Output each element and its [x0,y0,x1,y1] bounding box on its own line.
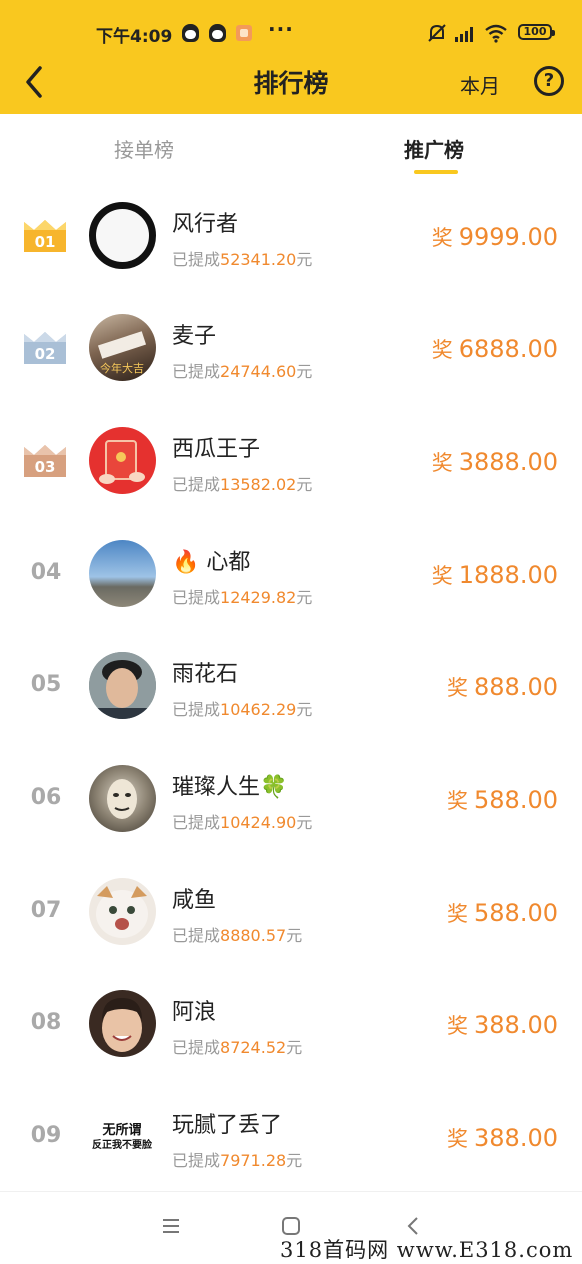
wifi-icon [485,24,507,43]
gold-medal-icon: 01 [24,220,66,252]
avatar [89,990,156,1057]
rank-number: 08 [30,1010,62,1035]
status-bar: 下午4:09 ··· 100 [0,0,582,64]
avatar: 无所谓 反正我不要脸 [89,1103,156,1170]
withdrawn-amount: 已提成8724.52元 [172,1038,303,1057]
rank-row[interactable]: 01 风行者 已提成52341.20元 奖 9999.00 [0,180,582,292]
username: 咸鱼 [172,888,217,913]
rank-row[interactable]: 02 今年大吉 麦子 已提成24744.60元 奖 6888.00 [0,292,582,404]
reward-amount: 奖 3888.00 [431,448,558,476]
rank-row[interactable]: 09 无所谓 反正我不要脸 玩腻了丢了 已提成7971.28元 奖 388.00 [0,1081,582,1193]
rank-number: 04 [30,560,62,585]
rank-row[interactable]: 06 璀璨人生🍀 已提成10424.90元 奖 588.00 [0,743,582,855]
rank-number: 01 [35,233,56,251]
tab-promotion-ranking[interactable]: 推广榜 [404,134,464,163]
qq-icon [209,24,226,42]
rank-number: 05 [30,672,62,697]
svg-text:无所谓: 无所谓 [101,1122,141,1138]
reward-amount: 奖 588.00 [447,786,558,814]
status-time: 下午4:09 [96,27,173,47]
watermark-text: 318首码网 www.E318.com [280,1238,574,1262]
more-notifications-icon: ··· [268,17,294,41]
username: 🔥 心都 [172,550,251,575]
rank-row[interactable]: 07 咸鱼 已提成8880.57元 奖 588.00 [0,856,582,968]
username: 风行者 [172,212,239,237]
battery-indicator: 100 [518,24,555,40]
avatar: 今年大吉 [89,314,156,381]
avatar [89,427,156,494]
withdrawn-amount: 已提成8880.57元 [172,926,303,945]
withdrawn-amount: 已提成10424.90元 [172,813,313,832]
rank-number: 06 [30,785,62,810]
username: 麦子 [172,324,217,349]
gallery-icon [236,25,252,41]
withdrawn-amount: 已提成13582.02元 [172,475,313,494]
tab-order-ranking[interactable]: 接单榜 [114,134,174,163]
reward-amount: 奖 388.00 [447,1124,558,1152]
reward-amount: 奖 388.00 [447,1011,558,1039]
qq-icon [182,24,199,42]
rank-number: 02 [35,345,56,363]
withdrawn-amount: 已提成24744.60元 [172,362,313,381]
username: 阿浪 [172,1000,217,1025]
avatar [89,878,156,945]
ranking-tabs: 接单榜 推广榜 [0,114,582,180]
withdrawn-amount: 已提成10462.29元 [172,700,313,719]
withdrawn-amount: 已提成52341.20元 [172,250,313,269]
rank-row[interactable]: 08 阿浪 已提成8724.52元 奖 388.00 [0,968,582,1080]
reward-amount: 奖 1888.00 [431,561,558,589]
avatar [89,765,156,832]
svg-text:反正我不要脸: 反正我不要脸 [92,1138,153,1151]
withdrawn-amount: 已提成12429.82元 [172,588,313,607]
silver-medal-icon: 02 [24,332,66,364]
reward-amount: 奖 588.00 [447,899,558,927]
username: 玩腻了丢了 [172,1113,283,1138]
withdrawn-amount: 已提成7971.28元 [172,1151,303,1170]
reward-amount: 奖 9999.00 [431,223,558,251]
signal-icon [455,27,473,42]
reward-amount: 奖 888.00 [447,673,558,701]
avatar [89,652,156,719]
rank-number: 09 [30,1123,62,1148]
active-tab-indicator [414,170,458,174]
bronze-medal-icon: 03 [24,445,66,477]
rank-row[interactable]: 05 雨花石 已提成10462.29元 奖 888.00 [0,630,582,742]
svg-text:今年大吉: 今年大吉 [100,361,144,375]
menu-icon[interactable] [159,1214,183,1238]
rank-row[interactable]: 04 🔥 心都 已提成12429.82元 奖 1888.00 [0,518,582,630]
username: 雨花石 [172,662,239,687]
avatar [89,202,156,269]
rank-number: 07 [30,898,62,923]
rank-row[interactable]: 03 西瓜王子 已提成13582.02元 奖 3888.00 [0,405,582,517]
username: 西瓜王子 [172,437,261,462]
help-icon[interactable]: ? [534,66,564,96]
reward-amount: 奖 6888.00 [431,335,558,363]
avatar [89,540,156,607]
mute-bell-icon [428,24,446,42]
app-header: 下午4:09 ··· 100 排行榜 本月 ? [0,0,582,114]
username: 璀璨人生🍀 [172,775,288,800]
rank-number: 03 [35,458,56,476]
month-filter-button[interactable]: 本月 [460,70,500,99]
